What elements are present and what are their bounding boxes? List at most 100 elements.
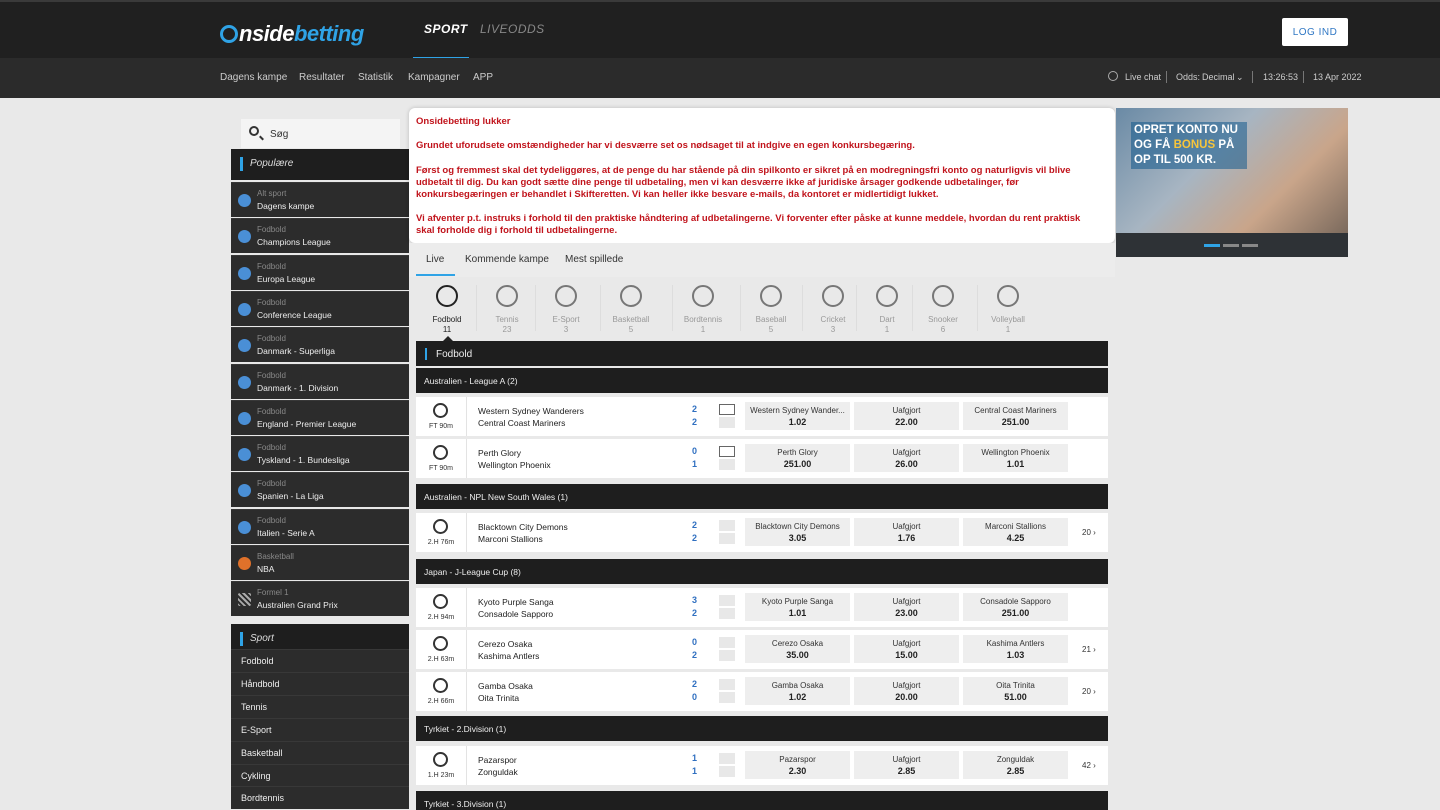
sport-item[interactable]: Bordtennis	[231, 786, 409, 810]
odds-button[interactable]: Uafgjort 23.00	[854, 593, 959, 621]
odds-button[interactable]: Uafgjort 22.00	[854, 402, 959, 430]
popular-item[interactable]: Fodbold Europa League	[231, 254, 409, 290]
away-team: Consadole Sapporo	[478, 609, 554, 619]
odds-button[interactable]: Uafgjort 2.85	[854, 751, 959, 779]
sport-filter-fodbold[interactable]: Fodbold 11	[419, 285, 475, 334]
banner-line: OPRET KONTO NU	[1134, 124, 1238, 136]
live-chat-link[interactable]: Live chat	[1125, 72, 1161, 82]
odds-button[interactable]: Cerezo Osaka 35.00	[745, 635, 850, 663]
sport-item[interactable]: E-Sport	[231, 717, 409, 741]
odds-button[interactable]: Central Coast Mariners 251.00	[963, 402, 1068, 430]
nav-dagens-kampe[interactable]: Dagens kampe	[220, 72, 287, 83]
league-header[interactable]: Tyrkiet - 2.Division (1)	[416, 716, 1108, 741]
match-row[interactable]: FT 90m Perth Glory Wellington Phoenix 0 1 Per…	[416, 439, 1108, 478]
more-markets-link[interactable]: 20 ›	[1082, 687, 1096, 696]
popular-item-label: Dagens kampe	[257, 201, 315, 211]
tab-sport[interactable]: SPORT	[424, 22, 468, 36]
odds-button[interactable]: Pazarspor 2.30	[745, 751, 850, 779]
odds-button[interactable]: Kashima Antlers 1.03	[963, 635, 1068, 663]
nav-kampagner[interactable]: Kampagner	[408, 72, 460, 83]
odds-button[interactable]: Blacktown City Demons 3.05	[745, 518, 850, 546]
nav-resultater[interactable]: Resultater	[299, 72, 345, 83]
promo-banner[interactable]: OPRET KONTO NU OG FÅ BONUS PÅ OP TIL 500…	[1116, 108, 1348, 257]
sport-filter-baseball[interactable]: Baseball 5	[743, 285, 799, 334]
more-markets-link[interactable]: 42 ›	[1082, 761, 1096, 770]
sport-filter-volleyball[interactable]: Volleyball 1	[980, 285, 1036, 334]
match-row[interactable]: 1.H 23m Pazarspor Zonguldak 1 1 Pazarspor 2.30…	[416, 746, 1108, 785]
odds-button[interactable]: Zonguldak 2.85	[963, 751, 1068, 779]
odds-button[interactable]: Uafgjort 15.00	[854, 635, 959, 663]
search-input[interactable]	[241, 119, 400, 148]
sport-filter-tennis[interactable]: Tennis 23	[479, 285, 535, 334]
popular-item[interactable]: Basketball NBA	[231, 545, 409, 580]
popular-item[interactable]: Fodbold Conference League	[231, 290, 409, 326]
popular-item[interactable]: Fodbold Italien - Serie A	[231, 508, 409, 544]
sport-item[interactable]: Tennis	[231, 694, 409, 718]
tab-mest-spillede[interactable]: Mest spillede	[565, 254, 623, 265]
popular-item-category: Fodbold	[257, 406, 286, 416]
nav-app[interactable]: APP	[473, 72, 493, 83]
sport-item[interactable]: Cykling	[231, 763, 409, 787]
sport-item[interactable]: Fodbold	[231, 649, 409, 672]
popular-item[interactable]: Fodbold Spanien - La Liga	[231, 472, 409, 508]
popular-item[interactable]: Fodbold Tyskland - 1. Bundesliga	[231, 436, 409, 472]
popular-item[interactable]: Fodbold Danmark - 1. Division	[231, 363, 409, 399]
odds-button[interactable]: Perth Glory 251.00	[745, 444, 850, 472]
odds-format-select[interactable]: Decimal	[1202, 72, 1235, 82]
match-row[interactable]: 2.H 63m Cerezo Osaka Kashima Antlers 0 2 Cere…	[416, 630, 1108, 669]
odds-button[interactable]: Marconi Stallions 4.25	[963, 518, 1068, 546]
odds-button[interactable]: Western Sydney Wander... 1.02	[745, 402, 850, 430]
carousel-dot[interactable]	[1223, 244, 1239, 247]
match-row[interactable]: 2.H 76m Blacktown City Demons Marconi Stal…	[416, 513, 1108, 552]
odds-button[interactable]: Consadole Sapporo 251.00	[963, 593, 1068, 621]
sport-filter-bordtennis[interactable]: Bordtennis 1	[675, 285, 731, 334]
stream-icon[interactable]	[719, 446, 735, 457]
chevron-down-icon[interactable]: ⌄	[1236, 72, 1244, 83]
tab-liveodds[interactable]: LIVEODDS	[480, 22, 545, 36]
list-title: Fodbold	[436, 349, 473, 360]
divider	[740, 285, 741, 331]
league-header[interactable]: Australien - NPL New South Wales (1)	[416, 484, 1108, 509]
chat-icon[interactable]	[1108, 71, 1118, 81]
sport-filter-snooker[interactable]: Snooker 6	[915, 285, 971, 334]
popular-item[interactable]: Formel 1 Australien Grand Prix	[231, 581, 409, 617]
banner-fragment: OG FÅ	[1134, 139, 1174, 151]
sport-filter-cricket[interactable]: Cricket 3	[805, 285, 861, 334]
more-markets-link[interactable]: 21 ›	[1082, 645, 1096, 654]
nav-statistik[interactable]: Statistik	[358, 72, 393, 83]
match-row[interactable]: FT 90m Western Sydney Wanderers Central Co…	[416, 397, 1108, 436]
odds-outcome-label: Blacktown City Demons	[755, 522, 840, 531]
league-header[interactable]: Tyrkiet - 3.Division (1)	[416, 791, 1108, 810]
league-header[interactable]: Australien - League A (2)	[416, 368, 1108, 393]
odds-button[interactable]: Uafgjort 26.00	[854, 444, 959, 472]
league-name: Australien - League A (2)	[424, 376, 518, 386]
sport-filter-dart[interactable]: Dart 1	[859, 285, 915, 334]
popular-item[interactable]: Fodbold Danmark - Superliga	[231, 327, 409, 363]
sport-item[interactable]: Basketball	[231, 740, 409, 764]
odds-button[interactable]: Oita Trinita 51.00	[963, 677, 1068, 705]
tab-live[interactable]: Live	[426, 254, 444, 265]
checkered-flag-icon	[238, 593, 251, 607]
odds-button[interactable]: Uafgjort 1.76	[854, 518, 959, 546]
sport-filter-basketball[interactable]: Basketball 5	[603, 285, 659, 334]
brand-logo[interactable]: nsidebetting	[220, 21, 364, 47]
stream-icon[interactable]	[719, 404, 735, 415]
carousel-dot[interactable]	[1242, 244, 1258, 247]
odds-button[interactable]: Uafgjort 20.00	[854, 677, 959, 705]
sport-filter-e-sport[interactable]: E-Sport 3	[538, 285, 594, 334]
match-row[interactable]: 2.H 66m Gamba Osaka Oita Trinita 2 0 Gamba Os…	[416, 672, 1108, 711]
odds-button[interactable]: Wellington Phoenix 1.01	[963, 444, 1068, 472]
odds-button[interactable]: Gamba Osaka 1.02	[745, 677, 850, 705]
league-header[interactable]: Japan - J-League Cup (8)	[416, 559, 1108, 584]
carousel-dot-active[interactable]	[1204, 244, 1220, 247]
popular-item[interactable]: Fodbold Champions League	[231, 218, 409, 254]
odds-button[interactable]: Kyoto Purple Sanga 1.01	[745, 593, 850, 621]
stat-box	[719, 692, 735, 703]
popular-item[interactable]: Fodbold England - Premier League	[231, 399, 409, 435]
login-button[interactable]: LOG IND	[1282, 18, 1348, 46]
match-row[interactable]: 2.H 94m Kyoto Purple Sanga Consadole Sappo…	[416, 588, 1108, 627]
popular-item[interactable]: Alt sport Dagens kampe	[231, 182, 409, 217]
tab-kommende-kampe[interactable]: Kommende kampe	[465, 254, 549, 265]
more-markets-link[interactable]: 20 ›	[1082, 528, 1096, 537]
sport-item[interactable]: Håndbold	[231, 671, 409, 695]
